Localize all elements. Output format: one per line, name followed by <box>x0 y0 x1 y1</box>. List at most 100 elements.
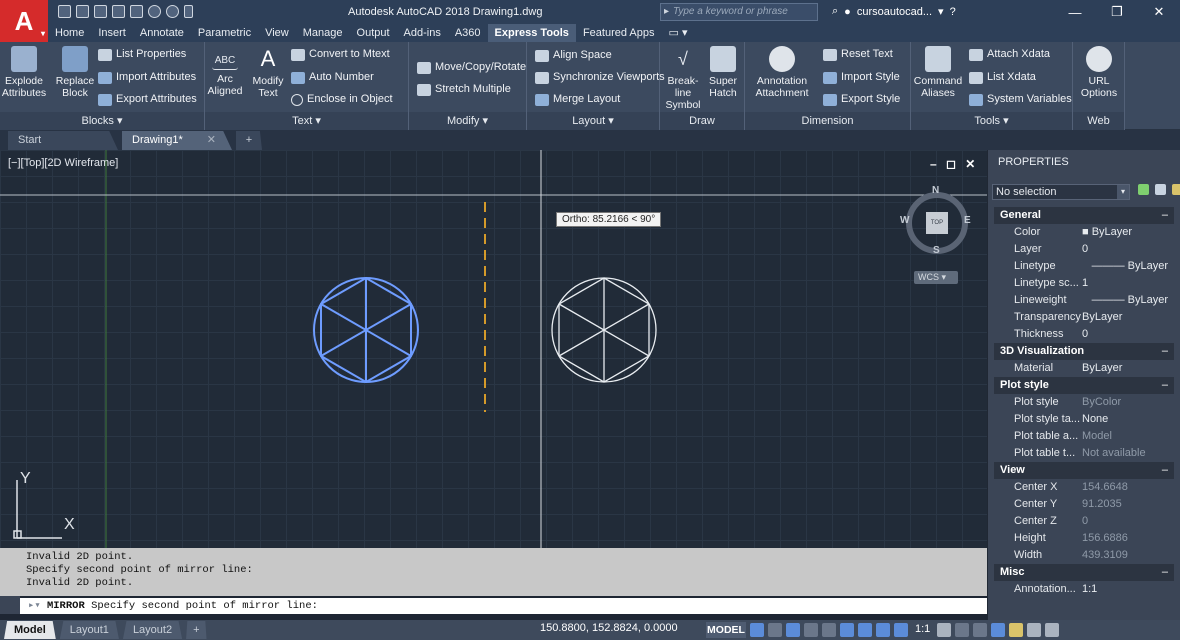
tab-drawing1[interactable]: Drawing1* ✕ <box>122 131 232 150</box>
move-copy-rotate-button[interactable]: Move/Copy/Rotate <box>417 61 526 74</box>
reset-text-button[interactable]: Reset Text <box>823 48 893 61</box>
text-panel-label[interactable]: Text ▾ <box>205 112 408 130</box>
modify-panel-label[interactable]: Modify ▾ <box>409 112 526 130</box>
tab-parametric[interactable]: Parametric <box>191 24 258 42</box>
property-row[interactable]: Center Y 91.2035 <box>994 496 1174 513</box>
tab-layout2[interactable]: Layout2 <box>122 621 183 639</box>
annotation-monitor-icon[interactable] <box>955 623 970 637</box>
merge-layout-button[interactable]: Merge Layout <box>535 93 620 106</box>
blocks-panel-label[interactable]: Blocks ▾ <box>0 112 204 130</box>
quick-select-icon[interactable] <box>1172 184 1180 195</box>
viewcube-top-face[interactable]: TOP <box>926 212 948 234</box>
layout-panel-label[interactable]: Layout ▾ <box>527 112 659 130</box>
tab-featured-apps[interactable]: Featured Apps <box>576 24 662 42</box>
import-attributes-button[interactable]: Import Attributes <box>98 71 196 84</box>
collapse-icon[interactable]: – <box>1162 343 1168 360</box>
undo-icon[interactable] <box>148 5 161 18</box>
compass-south[interactable]: S <box>933 245 940 256</box>
property-row[interactable]: Lineweight ——— ByLayer <box>994 292 1174 309</box>
list-properties-button[interactable]: List Properties <box>98 48 186 61</box>
isolate-objects-icon[interactable] <box>1009 623 1024 637</box>
property-row[interactable]: Center Z 0 <box>994 513 1174 530</box>
compass-west[interactable]: W <box>900 215 909 226</box>
compass-north[interactable]: N <box>932 185 939 196</box>
restore-button[interactable]: ❐ <box>1096 0 1138 24</box>
isodraft-icon[interactable] <box>822 623 836 637</box>
minimize-button[interactable]: — <box>1054 0 1096 24</box>
annotation-attachment-button[interactable]: Annotation Attachment <box>751 46 813 99</box>
auto-number-button[interactable]: Auto Number <box>291 71 374 84</box>
arc-aligned-button[interactable]: ABC Arc Aligned <box>207 52 242 97</box>
save-icon[interactable] <box>94 5 107 18</box>
tab-start[interactable]: Start <box>8 131 118 150</box>
tab-view[interactable]: View <box>258 24 296 42</box>
super-hatch-button[interactable]: Super Hatch <box>706 46 740 99</box>
quick-properties-icon[interactable] <box>991 623 1006 637</box>
selected-hexagon-object[interactable] <box>313 276 419 384</box>
system-variables-button[interactable]: System Variables <box>969 93 1072 106</box>
collapse-icon[interactable]: – <box>1162 462 1168 479</box>
section-3d-visualization[interactable]: 3D Visualization – <box>994 343 1174 360</box>
property-row[interactable]: Plot table t... Not available <box>994 445 1174 462</box>
redo-icon[interactable] <box>166 5 179 18</box>
property-row[interactable]: Plot style ByColor <box>994 394 1174 411</box>
object-snap-tracking-icon[interactable] <box>840 623 854 637</box>
select-objects-icon[interactable] <box>1155 184 1166 195</box>
viewport-window-controls[interactable]: – ◻ ✕ <box>930 157 978 171</box>
drawing-viewport[interactable]: [−][Top][2D Wireframe] – ◻ ✕ Ortho: 85.2… <box>0 150 987 548</box>
replace-block-button[interactable]: Replace Block <box>56 46 94 99</box>
new-icon[interactable] <box>58 5 71 18</box>
property-row[interactable]: Annotation... 1:1 <box>994 581 1174 598</box>
help-icon[interactable]: ? <box>950 6 956 18</box>
binoculars-icon[interactable]: ⌕ <box>832 5 838 18</box>
attach-xdata-button[interactable]: Attach Xdata <box>969 48 1050 61</box>
explode-attributes-button[interactable]: Explode Attributes <box>2 46 46 99</box>
mirrored-hexagon-object[interactable] <box>551 277 657 383</box>
object-snap-icon[interactable] <box>858 623 872 637</box>
modify-text-button[interactable]: A Modify Text <box>251 46 285 99</box>
print-icon[interactable] <box>130 5 143 18</box>
cart-icon[interactable]: ▾ <box>938 5 944 18</box>
model-space-button[interactable]: MODEL <box>706 622 746 638</box>
tab-manage[interactable]: Manage <box>296 24 350 42</box>
new-tab-button[interactable]: + <box>236 131 262 150</box>
property-row[interactable]: Plot table a... Model <box>994 428 1174 445</box>
save-as-icon[interactable] <box>112 5 125 18</box>
open-icon[interactable] <box>76 5 89 18</box>
align-space-button[interactable]: Align Space <box>535 49 612 62</box>
stretch-multiple-button[interactable]: Stretch Multiple <box>417 83 511 96</box>
add-layout-button[interactable]: + <box>186 621 207 639</box>
tab-insert[interactable]: Insert <box>91 24 133 42</box>
section-misc[interactable]: Misc – <box>994 564 1174 581</box>
tab-add-ins[interactable]: Add-ins <box>397 24 448 42</box>
property-row[interactable]: Height 156.6886 <box>994 530 1174 547</box>
tab-model[interactable]: Model <box>4 621 56 639</box>
customization-menu-icon[interactable] <box>1045 623 1060 637</box>
toggle-pickadd-icon[interactable] <box>1138 184 1149 195</box>
tab-output[interactable]: Output <box>350 24 397 42</box>
breakline-button[interactable]: √ Break-line Symbol <box>664 46 702 111</box>
command-aliases-button[interactable]: Command Aliases <box>914 46 962 99</box>
tab-a360[interactable]: A360 <box>448 24 488 42</box>
tab-layout1[interactable]: Layout1 <box>59 621 119 639</box>
property-row[interactable]: Width 439.3109 <box>994 547 1174 564</box>
tab-express-tools[interactable]: Express Tools <box>487 24 576 42</box>
clean-screen-icon[interactable] <box>1027 623 1042 637</box>
app-logo[interactable]: A ▾ <box>0 0 48 42</box>
grid-icon[interactable] <box>750 623 764 637</box>
collapse-icon[interactable]: – <box>1162 564 1168 581</box>
units-icon[interactable] <box>973 623 988 637</box>
property-row[interactable]: Material ByLayer <box>994 360 1174 377</box>
user-area[interactable]: ⌕ ● cursoautocad... ▾ ? <box>832 5 956 18</box>
export-attributes-button[interactable]: Export Attributes <box>98 93 197 106</box>
tab-annotate[interactable]: Annotate <box>133 24 191 42</box>
drawing-canvas[interactable] <box>0 150 987 548</box>
property-row[interactable]: Plot style ta... None <box>994 411 1174 428</box>
property-row[interactable]: Color ■ ByLayer <box>994 224 1174 241</box>
convert-mtext-button[interactable]: Convert to Mtext <box>291 48 390 61</box>
snap-icon[interactable] <box>768 623 782 637</box>
sync-viewports-button[interactable]: Synchronize Viewports <box>535 71 665 84</box>
command-input[interactable]: ▸▾ MIRROR Specify second point of mirror… <box>20 598 987 614</box>
ribbon-minimize-icon[interactable]: ▭ ▾ <box>662 24 695 42</box>
close-button[interactable]: ✕ <box>1138 0 1180 24</box>
